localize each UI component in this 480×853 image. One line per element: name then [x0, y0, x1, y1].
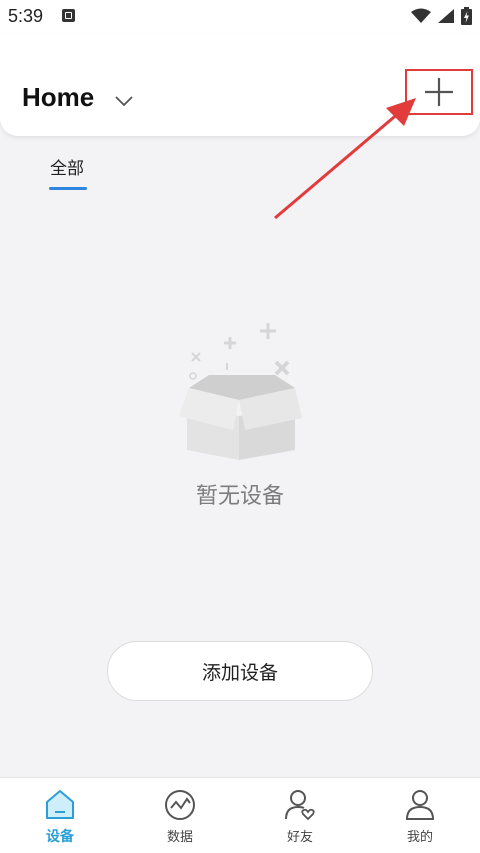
add-button[interactable]	[405, 69, 473, 115]
battery-charging-icon	[461, 7, 472, 25]
signal-icon	[438, 9, 454, 23]
add-device-button[interactable]: 添加设备	[107, 641, 373, 701]
nav-label-data: 数据	[166, 830, 193, 845]
empty-box-icon	[179, 323, 302, 460]
nav-label-devices: 设备	[46, 829, 74, 845]
home-selector-title[interactable]: Home	[22, 82, 94, 113]
nav-item-profile[interactable]: 我的	[360, 778, 480, 853]
chart-circle-icon	[165, 790, 195, 820]
tab-active-indicator	[49, 187, 87, 190]
plus-icon	[425, 78, 453, 106]
home-icon	[46, 790, 74, 819]
nav-item-devices[interactable]: 设备	[0, 778, 120, 853]
nav-item-data[interactable]: 数据	[120, 778, 240, 853]
status-time: 5:39	[8, 6, 44, 26]
friend-heart-icon	[285, 790, 315, 821]
nav-label-profile: 我的	[406, 830, 433, 845]
empty-state-text: 暂无设备	[195, 484, 284, 509]
bottom-nav: 设备 数据 好友 我的	[0, 777, 480, 853]
nav-item-friends[interactable]: 好友	[240, 778, 360, 853]
profile-icon	[405, 790, 435, 820]
add-device-button-label: 添加设备	[201, 661, 278, 684]
notification-a-icon	[62, 9, 75, 22]
wifi-icon	[411, 8, 431, 23]
nav-label-friends: 好友	[286, 830, 313, 845]
status-icons	[411, 6, 472, 26]
chevron-down-icon[interactable]	[114, 94, 134, 108]
status-bar: 5:39	[0, 0, 480, 34]
header-card: Home	[0, 34, 480, 136]
tab-all[interactable]: 全部	[50, 154, 84, 179]
